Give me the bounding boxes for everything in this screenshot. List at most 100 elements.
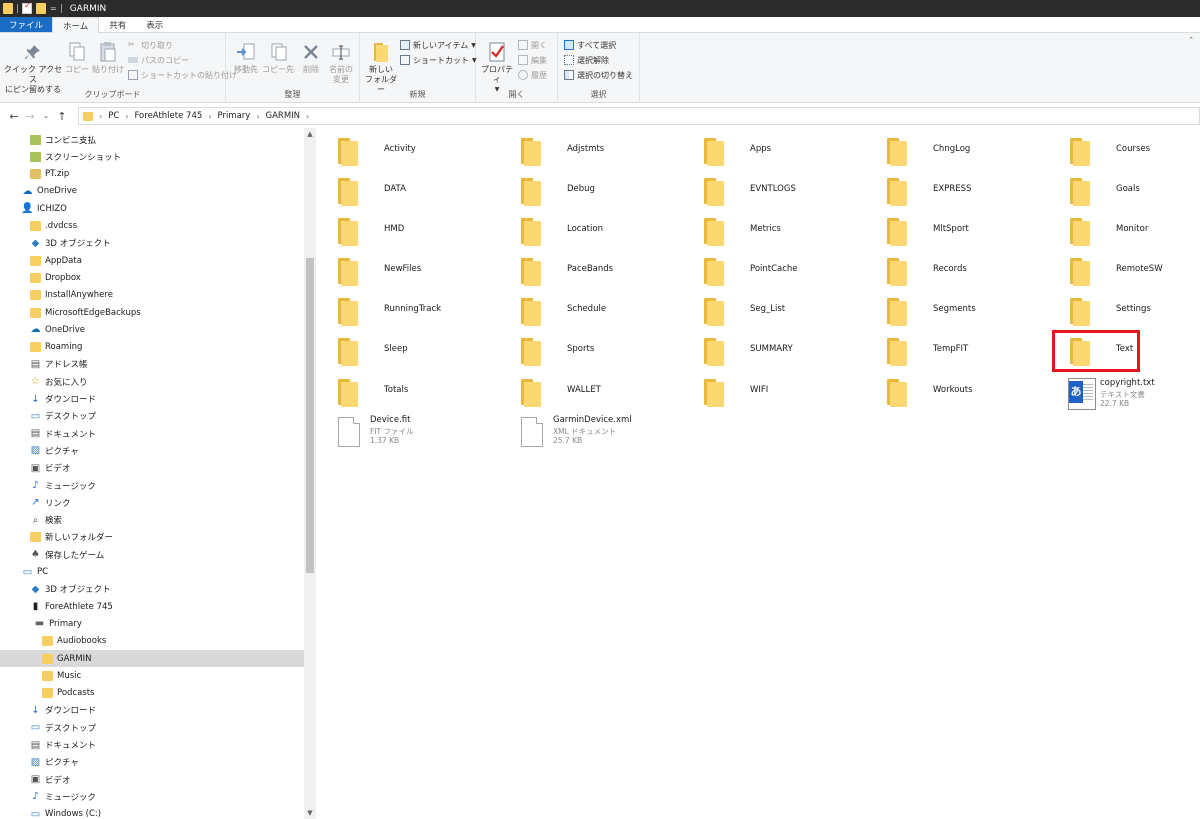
nav-item[interactable]: ▭ PC [0, 564, 304, 581]
forward-arrow-icon[interactable]: → [22, 110, 38, 123]
breadcrumb-garmin[interactable]: GARMIN [266, 111, 301, 121]
nav-item[interactable]: ◆ 3D オブジェクト [0, 235, 304, 252]
rename-button[interactable]: 名前の 変更 [326, 41, 356, 85]
scroll-up-icon[interactable]: ▲ [304, 130, 316, 138]
tab-home[interactable]: ホーム [52, 17, 100, 33]
nav-item[interactable]: PT.zip [0, 166, 304, 183]
invert-selection-button[interactable]: 選択の切り替え [564, 68, 633, 82]
folder-item[interactable]: Sleep [334, 332, 504, 370]
chevron-right-icon[interactable]: › [256, 112, 259, 121]
edit-button[interactable]: 編集 [518, 53, 547, 67]
folder-item[interactable]: Schedule [517, 292, 687, 330]
nav-scroll-thumb[interactable] [306, 258, 314, 573]
nav-item[interactable]: ▤ アドレス帳 [0, 356, 304, 373]
nav-item[interactable]: 👤 ICHIZO [0, 200, 304, 217]
properties-icon[interactable] [22, 1, 32, 14]
folder-item[interactable]: EVNTLOGS [700, 172, 870, 210]
folder-item[interactable]: EXPRESS [883, 172, 1053, 210]
nav-item[interactable]: ↓ ダウンロード [0, 702, 304, 719]
folder-item[interactable]: Settings [1066, 292, 1200, 330]
folder-item[interactable]: Location [517, 212, 687, 250]
nav-item[interactable]: ▭ デスクトップ [0, 719, 304, 736]
folder-item[interactable]: DATA [334, 172, 504, 210]
folder-item[interactable]: Goals [1066, 172, 1200, 210]
folder-item[interactable]: Apps [700, 132, 870, 170]
chevron-right-icon[interactable]: › [306, 112, 309, 121]
folder-item[interactable]: Courses [1066, 132, 1200, 170]
scroll-down-icon[interactable]: ▼ [304, 809, 316, 817]
nav-scrollbar[interactable]: ▲ ▼ [304, 128, 316, 819]
chevron-right-icon[interactable]: › [125, 112, 128, 121]
nav-item[interactable]: ▨ ピクチャ [0, 442, 304, 459]
up-arrow-icon[interactable]: ↑ [54, 110, 70, 123]
folder-item[interactable]: Seg_List [700, 292, 870, 330]
new-folder-button[interactable]: 新しい フォルダー [364, 41, 398, 95]
folder-item[interactable]: HMD [334, 212, 504, 250]
nav-item[interactable]: ▣ ビデオ [0, 771, 304, 788]
new-folder-icon[interactable] [36, 3, 46, 14]
nav-item[interactable]: ☁ OneDrive [0, 321, 304, 338]
nav-item[interactable]: ☁ OneDrive [0, 183, 304, 200]
back-arrow-icon[interactable]: ← [6, 110, 22, 123]
nav-item[interactable]: ▭ Windows (C:) [0, 806, 304, 819]
folder-item[interactable]: Debug [517, 172, 687, 210]
folder-item[interactable]: MltSport [883, 212, 1053, 250]
nav-item[interactable]: ♪ ミュージック [0, 788, 304, 805]
nav-item[interactable]: Roaming [0, 339, 304, 356]
chevron-right-icon[interactable]: › [99, 112, 102, 121]
nav-item[interactable]: ↓ ダウンロード [0, 391, 304, 408]
nav-item[interactable]: ▣ ビデオ [0, 460, 304, 477]
folder-item[interactable]: Segments [883, 292, 1053, 330]
folder-item[interactable]: ChngLog [883, 132, 1053, 170]
tab-file[interactable]: ファイル [0, 17, 53, 32]
nav-item[interactable]: InstallAnywhere [0, 287, 304, 304]
folder-item[interactable]: NewFiles [334, 252, 504, 290]
select-all-button[interactable]: すべて選択 [564, 38, 616, 52]
folder-item[interactable]: Workouts [883, 373, 1053, 411]
nav-item[interactable]: ▬ Primary [0, 615, 304, 632]
nav-item[interactable]: Dropbox [0, 269, 304, 286]
nav-item[interactable]: Music [0, 667, 304, 684]
nav-item[interactable]: GARMIN [0, 650, 304, 667]
nav-item[interactable]: Podcasts [0, 685, 304, 702]
history-button[interactable]: 履歴 [518, 68, 547, 82]
breadcrumb-device[interactable]: ForeAthlete 745 [134, 111, 202, 121]
nav-item[interactable]: AppData [0, 252, 304, 269]
nav-item[interactable]: ⌕ 検索 [0, 512, 304, 529]
copy-button[interactable]: コピー [64, 41, 90, 75]
folder-item[interactable]: TempFIT [883, 332, 1053, 370]
address-bar[interactable]: › PC › ForeAthlete 745 › Primary › GARMI… [78, 107, 1200, 125]
cut-button[interactable]: ✂ 切り取り [128, 38, 173, 52]
folder-item[interactable]: Sports [517, 332, 687, 370]
nav-item[interactable]: MicrosoftEdgeBackups [0, 304, 304, 321]
paste-button[interactable]: 貼り付け [90, 41, 126, 75]
nav-item[interactable]: ▨ ピクチャ [0, 754, 304, 771]
folder-item[interactable]: PointCache [700, 252, 870, 290]
nav-item[interactable]: ♪ ミュージック [0, 477, 304, 494]
folder-item[interactable]: Adjstmts [517, 132, 687, 170]
nav-item[interactable]: ♠ 保存したゲーム [0, 546, 304, 563]
folder-item[interactable]: Activity [334, 132, 504, 170]
nav-item[interactable]: ▤ ドキュメント [0, 425, 304, 442]
file-item[interactable]: あ copyright.txt テキスト文書 22.7 KB [1066, 378, 1200, 416]
folder-item[interactable]: Monitor [1066, 212, 1200, 250]
tab-share[interactable]: 共有 [99, 17, 136, 32]
nav-item[interactable]: ▮ ForeAthlete 745 [0, 598, 304, 615]
nav-item[interactable]: スクリーンショット [0, 148, 304, 165]
folder-item[interactable]: RemoteSW [1066, 252, 1200, 290]
recent-locations-icon[interactable]: ⌄ [38, 112, 54, 120]
nav-item[interactable]: .dvdcss [0, 218, 304, 235]
tab-view[interactable]: 表示 [136, 17, 173, 32]
pin-quick-access-button[interactable]: クイック アクセス にピン留めする [2, 41, 64, 95]
nav-item[interactable]: ☆ お気に入り [0, 373, 304, 390]
open-button[interactable]: 開く [518, 38, 547, 52]
move-to-button[interactable]: 移動先 [230, 41, 262, 75]
nav-item[interactable]: ▤ ドキュメント [0, 737, 304, 754]
chevron-right-icon[interactable]: › [208, 112, 211, 121]
folder-item[interactable]: RunningTrack [334, 292, 504, 330]
nav-item[interactable]: ◆ 3D オブジェクト [0, 581, 304, 598]
nav-item[interactable]: コンビニ支払 [0, 131, 304, 148]
nav-item[interactable]: ↗ リンク [0, 494, 304, 511]
paste-shortcut-button[interactable]: ショートカットの貼り付け [128, 68, 237, 82]
nav-item[interactable]: 新しいフォルダー [0, 529, 304, 546]
